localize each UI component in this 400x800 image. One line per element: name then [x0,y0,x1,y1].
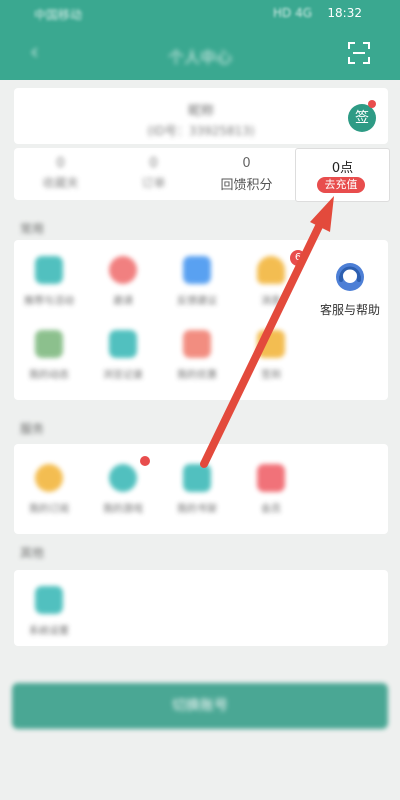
stat-balance[interactable]: 0点 去充值 [295,148,390,202]
chat-icon [183,256,211,284]
content: 昵称 (ID号：33925813) 0 收藏夹 0 订单 0 回馈积分 0点 去… [0,80,400,730]
subscribe-icon [35,464,63,492]
game-dot [140,456,150,466]
clock: 18:32 [327,6,362,20]
stat-favorites[interactable]: 0 收藏夹 [14,148,107,200]
tile-recommend[interactable]: 推荐与活动 [14,250,84,310]
tile-label: 推荐与活动 [24,296,74,307]
services-grid: 我的订阅 我的游戏 我的书架 会员 [14,444,388,534]
tile-settings[interactable]: 系统设置 [14,580,84,640]
vip-icon [257,464,285,492]
status-bar: 中国移动 HD 4G 18:32 [0,0,400,28]
stat-value: 0 [56,156,65,171]
stat-value: 0 [242,156,251,171]
tile-invite[interactable]: 邀请 [88,250,158,310]
section-title-other: 其他 [20,546,45,560]
tile-coupons[interactable]: 我的优惠 [162,324,232,384]
headset-icon [336,263,364,291]
tile-label: 反馈建议 [177,296,217,307]
stat-orders[interactable]: 0 订单 [107,148,200,200]
settings-icon [35,586,63,614]
balance-value: 0点 [331,161,354,176]
game-icon [109,464,137,492]
tile-label: 会员 [261,504,281,515]
tile-label: 我的动态 [29,370,69,381]
tile-label: 我的游戏 [103,504,143,515]
message-badge: 6 [290,250,306,266]
tile-vip[interactable]: 会员 [236,458,306,518]
stat-label: 订单 [141,176,166,190]
stat-label: 回馈积分 [220,178,273,193]
leaf-icon [35,330,63,358]
tile-label: 消息 [261,296,281,307]
tile-label: 我的订阅 [29,504,69,515]
other-grid: 系统设置 [14,570,388,646]
user-id: (ID号：33925813) [147,124,255,138]
tile-label: 客服与帮助 [319,303,380,317]
stat-points[interactable]: 0 回馈积分 [200,148,293,200]
checkin-icon [257,330,285,358]
tile-checkin[interactable]: 签到 [236,324,306,384]
tile-label: 我的书架 [177,504,217,515]
coupon-icon [183,330,211,358]
tile-dynamics[interactable]: 我的动态 [14,324,84,384]
bag-icon [35,256,63,284]
stats-row: 0 收藏夹 0 订单 0 回馈积分 0点 去充值 [14,148,390,202]
book-icon [183,464,211,492]
user-icon [109,256,137,284]
recharge-button[interactable]: 去充值 [317,177,365,193]
sign-in-button[interactable]: 签 [348,104,376,132]
tile-label: 签到 [261,370,281,381]
section-title-common: 常用 [20,222,45,236]
tile-label: 我的优惠 [177,370,217,381]
carrier-text: 中国移动 [34,8,83,22]
page-title: 个人中心 [167,48,232,67]
bell-icon [257,256,285,284]
section-title-services: 服务 [20,422,45,436]
stat-label: 收藏夹 [42,176,79,190]
tile-subscription[interactable]: 我的订阅 [14,458,84,518]
stat-value: 0 [149,156,158,171]
tile-games[interactable]: 我的游戏 [88,458,158,518]
tile-label: 浏览记录 [103,370,143,381]
sign-badge-dot [368,100,376,108]
tile-label: 系统设置 [29,626,69,637]
calendar-icon [109,330,137,358]
tile-feedback[interactable]: 反馈建议 [162,250,232,310]
tile-label: 邀请 [113,296,133,307]
header: ‹ 个人中心 [0,28,400,80]
profile-card[interactable]: 昵称 (ID号：33925813) [14,88,388,144]
tile-history[interactable]: 浏览记录 [88,324,158,384]
switch-account-button[interactable]: 切换账号 [12,683,388,729]
scan-icon[interactable] [348,42,370,64]
customer-service-tile[interactable]: 客服与帮助 [312,257,388,321]
status-icons: HD 4G [272,6,312,20]
user-name: 昵称 [187,104,214,119]
tile-bookshelf[interactable]: 我的书架 [162,458,232,518]
